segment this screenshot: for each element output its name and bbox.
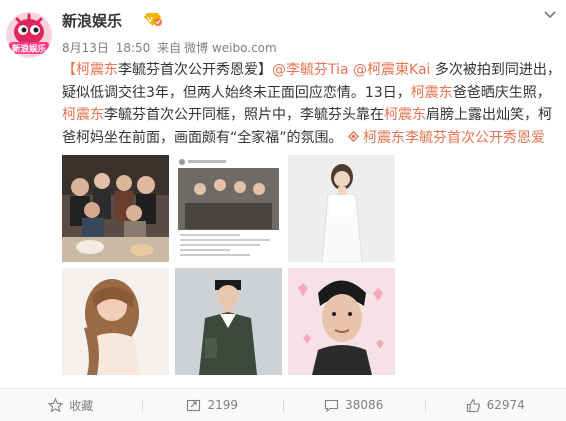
- post-date[interactable]: 8月13日: [62, 41, 109, 55]
- svg-text:新浪娱乐: 新浪娱乐: [12, 44, 47, 55]
- keyword-link[interactable]: 柯震东: [76, 62, 118, 78]
- author-name[interactable]: 新浪娱乐: [62, 10, 122, 31]
- comment-icon: [325, 399, 339, 412]
- topic-bracket-open: 【: [62, 62, 76, 78]
- post-time[interactable]: 18:50: [116, 41, 151, 55]
- photo-instagram-post[interactable]: [175, 155, 282, 262]
- keyword-link[interactable]: 柯震东: [384, 107, 426, 123]
- topic-link-text[interactable]: 柯震东李毓芬首次公开秀恩爱: [363, 130, 545, 146]
- repost-count: 2199: [207, 398, 239, 412]
- favorite-button[interactable]: 收藏: [0, 389, 142, 421]
- photo-woman-white-dress[interactable]: [288, 155, 395, 262]
- post-body-text: 爸爸晒庆生照，: [452, 84, 551, 101]
- mention-link[interactable]: @李毓芬Tia: [272, 62, 349, 78]
- thumbs-up-icon: [466, 398, 480, 412]
- topic-link[interactable]: 柯震东李毓芬首次公开秀恩爱: [347, 130, 545, 146]
- star-icon: [48, 397, 64, 412]
- favorite-label: 收藏: [69, 398, 94, 413]
- photo-woman-long-hair[interactable]: [62, 268, 169, 375]
- source-prefix: 来自: [157, 41, 182, 55]
- like-count: 62974: [486, 398, 525, 412]
- post-source[interactable]: 微博 weibo.com: [184, 41, 277, 55]
- comment-count: 38086: [345, 398, 384, 412]
- post-meta: 8月13日 18:50 来自 微博 weibo.com: [62, 39, 280, 56]
- link-icon: [347, 130, 360, 142]
- comment-button[interactable]: 38086: [283, 389, 425, 421]
- photo-man-selfie[interactable]: [288, 268, 395, 375]
- photo-man-jacket[interactable]: [175, 268, 282, 375]
- photo-family-group[interactable]: [62, 155, 169, 262]
- post-body-text: 李毓芬首次公开同框，照片中，李毓芬头靠在: [104, 107, 384, 124]
- verified-vip-icon[interactable]: V: [143, 12, 162, 27]
- chevron-down-icon[interactable]: [542, 6, 558, 22]
- keyword-link[interactable]: 柯震东: [411, 85, 453, 101]
- sina-ent-logo-icon: 新浪娱乐: [6, 12, 52, 58]
- svg-text:V: V: [147, 16, 153, 24]
- keyword-link[interactable]: 柯震东: [62, 107, 104, 123]
- repost-icon: [187, 399, 201, 411]
- mention-link[interactable]: @柯震東Kai: [353, 62, 430, 78]
- post-text: 【柯震东李毓芬首次公开秀恩爱】@李毓芬Tia @柯震東Kai 多次被拍到同进出，…: [62, 59, 562, 149]
- avatar[interactable]: 新浪娱乐: [6, 12, 52, 58]
- repost-button[interactable]: 2199: [141, 389, 284, 421]
- topic-title: 李毓芬首次公开秀恩爱】: [118, 62, 272, 78]
- like-button[interactable]: 62974: [424, 389, 566, 421]
- photo-grid: [62, 155, 395, 380]
- action-bar: 收藏 2199 38086 62974: [0, 389, 566, 421]
